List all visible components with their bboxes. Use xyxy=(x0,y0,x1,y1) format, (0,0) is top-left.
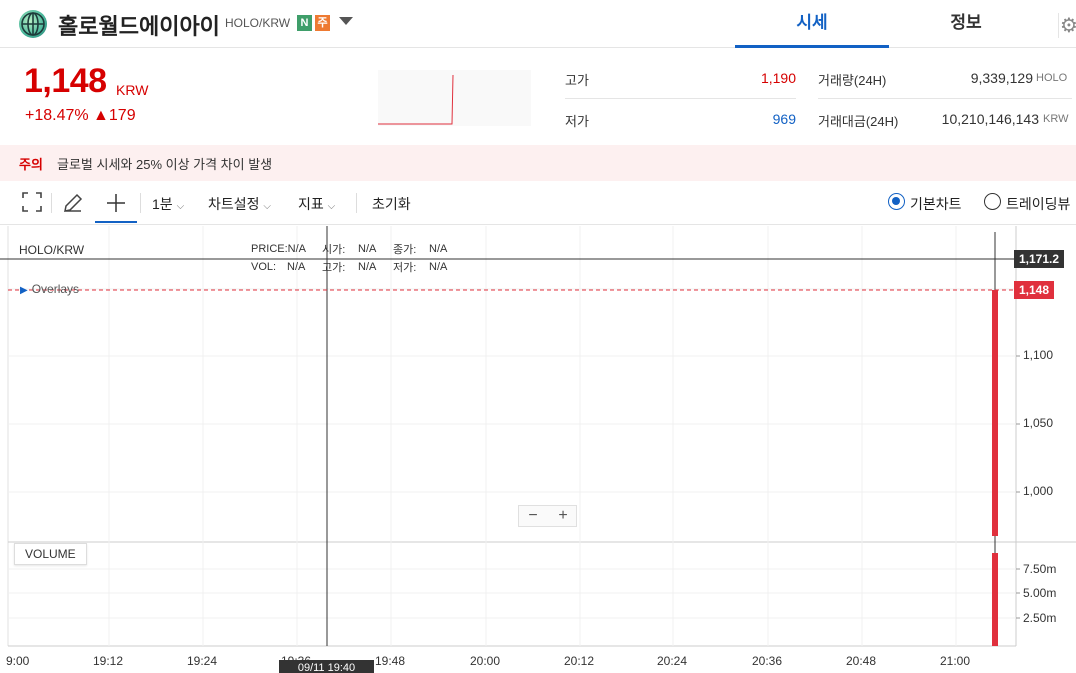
time-tick: 19:12 xyxy=(93,654,124,668)
new-badge: N xyxy=(297,15,312,31)
indicators-label: 지표 xyxy=(298,196,324,212)
volume-tick: 7.50m xyxy=(1023,562,1057,576)
ohlc-vol-value: N/A xyxy=(287,261,306,273)
time-tick: 19:48 xyxy=(375,654,406,668)
warning-bar: 주의 글로벌 시세와 25% 이상 가격 차이 발생 xyxy=(0,145,1076,181)
volume-value: 9,339,129 xyxy=(970,70,1033,86)
time-tick: 19:24 xyxy=(187,654,218,668)
amount-label: 거래대금(24H) xyxy=(818,114,899,129)
coin-pair: HOLO/KRW xyxy=(225,16,291,30)
price-tick: 1,000 xyxy=(1023,484,1054,498)
time-tick: 20:36 xyxy=(752,654,783,668)
volume-pane-button[interactable]: VOLUME xyxy=(14,543,87,565)
stats-divider xyxy=(818,98,1072,99)
high-label: 고가 xyxy=(565,73,589,88)
crosshair-active-indicator xyxy=(95,221,137,223)
warning-text: 글로벌 시세와 25% 이상 가격 차이 발생 xyxy=(57,157,273,172)
ohlc-open-label: 시가: xyxy=(322,244,346,256)
volume-unit: HOLO xyxy=(1036,72,1068,84)
play-icon: ▶ xyxy=(20,285,28,296)
time-tick: 20:24 xyxy=(657,654,688,668)
zoom-control: − + xyxy=(518,505,577,527)
price-axis-ticks xyxy=(1016,355,1020,619)
basic-chart-radio[interactable] xyxy=(888,193,905,210)
time-tick: 20:00 xyxy=(470,654,501,668)
current-price: 1,148 xyxy=(24,62,107,100)
volume-tick: 2.50m xyxy=(1023,611,1057,625)
coin-logo-icon xyxy=(19,10,47,38)
ohlc-high-label: 고가: xyxy=(322,262,346,274)
low-value: 969 xyxy=(772,111,796,127)
toolbar-separator xyxy=(140,193,141,213)
ohlc-vol-label: VOL: xyxy=(251,261,277,273)
tab-price[interactable]: 시세 xyxy=(735,0,889,48)
volume-bar xyxy=(992,553,998,646)
ohlc-close-value: N/A xyxy=(429,243,448,255)
indicators-select[interactable]: 지표 ⌵ xyxy=(298,194,335,214)
warning-tag: 주의 xyxy=(19,157,43,172)
basic-chart-label[interactable]: 기본차트 xyxy=(910,194,962,214)
amount-unit: KRW xyxy=(1043,113,1069,125)
ohlc-price: PRICE:N/A xyxy=(251,243,307,255)
caution-badge: 주 xyxy=(315,15,330,31)
chart-settings-select[interactable]: 차트설정 ⌵ xyxy=(208,194,271,214)
price-chart[interactable]: HOLO/KRW PRICE:N/A 시가: N/A 종가: N/A VOL: … xyxy=(0,226,1076,673)
high-value: 1,190 xyxy=(760,70,796,86)
price-tick: 1,050 xyxy=(1023,416,1054,430)
gear-icon[interactable]: ⚙ xyxy=(1058,13,1076,38)
time-tick: 20:12 xyxy=(564,654,595,668)
coin-name: 홀로월드에이아이 xyxy=(58,14,220,39)
amount-value: 10,210,146,143 xyxy=(941,111,1039,127)
sparkline xyxy=(378,70,531,126)
toolbar-separator xyxy=(51,193,52,213)
chevron-down-icon: ⌵ xyxy=(263,201,272,212)
price-unit: KRW xyxy=(116,82,149,98)
chart-canvas[interactable] xyxy=(0,226,1076,673)
ohlc-low-label: 저가: xyxy=(393,262,417,274)
low-label: 저가 xyxy=(565,114,589,129)
header: 홀로월드에이아이 HOLO/KRW N 주 시세 정보 ⚙ xyxy=(0,0,1076,48)
tradingview-radio[interactable] xyxy=(984,193,1001,210)
pencil-icon[interactable] xyxy=(62,192,84,220)
price-tick: 1,100 xyxy=(1023,348,1054,362)
volume-label: 거래량(24H) xyxy=(818,73,887,88)
zoom-out-button[interactable]: − xyxy=(519,506,547,526)
ohlc-low-value: N/A xyxy=(429,261,448,273)
chevron-down-icon: ⌵ xyxy=(327,201,336,212)
coin-dropdown-icon[interactable] xyxy=(339,17,353,25)
zoom-in-button[interactable]: + xyxy=(549,506,577,526)
stats-divider xyxy=(565,98,796,99)
reset-button[interactable]: 초기화 xyxy=(372,194,411,214)
crosshair-price-tag: 1,171.2 xyxy=(1014,250,1065,268)
time-tick: 20:48 xyxy=(846,654,877,668)
time-tick: 9:00 xyxy=(6,654,30,668)
toolbar-separator xyxy=(356,193,357,213)
overlays-label: Overlays xyxy=(31,282,80,296)
volume-tick: 5.00m xyxy=(1023,586,1057,600)
interval-select[interactable]: 1분 ⌵ xyxy=(152,194,184,214)
tradingview-label[interactable]: 트레이딩뷰 xyxy=(1006,194,1076,214)
chart-settings-label: 차트설정 xyxy=(208,196,260,212)
fullscreen-icon[interactable] xyxy=(22,192,42,218)
time-tick: 21:00 xyxy=(940,654,971,668)
overlays-toggle[interactable]: ▶ Overlays xyxy=(20,282,79,296)
chevron-down-icon: ⌵ xyxy=(176,201,185,212)
ohlc-close-label: 종가: xyxy=(393,244,417,256)
tab-info[interactable]: 정보 xyxy=(889,0,1043,48)
chart-toolbar: 1분 ⌵ 차트설정 ⌵ 지표 ⌵ 초기화 기본차트 트레이딩뷰 xyxy=(0,181,1076,225)
crosshair-time-tag: 09/11 19:40 xyxy=(279,660,374,673)
crosshair-icon[interactable] xyxy=(105,192,127,220)
last-price-tag: 1,148 xyxy=(1014,281,1055,299)
price-candle xyxy=(992,290,998,536)
ohlc-high-value: N/A xyxy=(358,261,377,273)
ohlc-open-value: N/A xyxy=(358,243,377,255)
horizontal-grid xyxy=(8,288,1016,619)
chart-pair-label: HOLO/KRW xyxy=(19,243,85,257)
price-change: +18.47% ▲179 xyxy=(25,107,136,124)
interval-label: 1분 xyxy=(152,196,173,212)
